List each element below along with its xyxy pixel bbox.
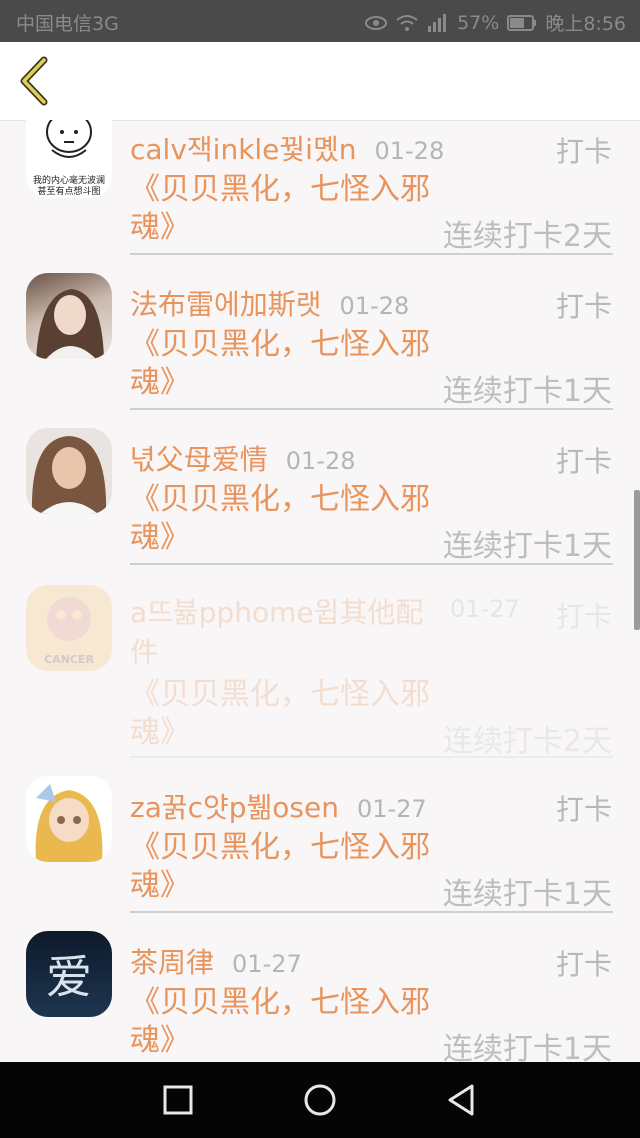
avatar-caption: 我的内心毫无波澜 甚至有点想斗图 bbox=[32, 176, 105, 197]
circle-home-icon[interactable] bbox=[300, 1080, 340, 1120]
checkin-badge: 打卡 bbox=[555, 445, 612, 478]
avatar-caption: CANCER bbox=[44, 653, 94, 666]
avatar: 爱 bbox=[26, 931, 112, 1017]
checkin-date: 01-27 bbox=[450, 595, 520, 623]
user-name: 法布雷에加斯랫 bbox=[130, 288, 322, 321]
checkin-badge: 打卡 bbox=[555, 290, 612, 323]
book-title[interactable]: 《贝贝黑化，七怪入邪魂》 bbox=[130, 481, 430, 557]
cancer-logo-icon bbox=[47, 597, 91, 641]
user-name: za꿁c얏p뷂osen bbox=[130, 791, 339, 824]
streak-label: 连续打卡1天 bbox=[442, 529, 612, 564]
checkin-badge: 打卡 bbox=[555, 793, 612, 826]
checkin-date: 01-27 bbox=[232, 950, 302, 978]
battery-icon bbox=[507, 14, 537, 31]
anime-girl-icon bbox=[35, 784, 103, 862]
triangle-back-icon[interactable] bbox=[442, 1080, 482, 1120]
carrier-label: 中国电信3G bbox=[16, 13, 119, 35]
avatar: 我的内心毫无波澜 甚至有点想斗图 bbox=[26, 120, 112, 198]
list-item[interactable]: 我的内心毫无波澜 甚至有点想斗图 calv잭inkle꿫i몠n 01-28 打卡 … bbox=[0, 120, 640, 255]
person-photo-icon bbox=[31, 436, 107, 514]
user-name-row: a뜨뷺pphome윕其他配件 bbox=[130, 593, 430, 673]
clock: 晚上8:56 bbox=[545, 13, 626, 35]
list-item[interactable]: 녃父母爱情 01-28 打卡 《贝贝黑化，七怪入邪魂》 连续打卡1天 bbox=[0, 410, 640, 565]
signal-icon bbox=[428, 13, 447, 32]
checkin-date: 01-27 bbox=[357, 795, 427, 823]
user-name: 茶周律 bbox=[130, 946, 215, 979]
checkin-badge: 打卡 bbox=[555, 135, 612, 168]
user-name: a뜨뷺pphome윕其他配件 bbox=[130, 596, 424, 669]
streak-label: 连续打卡1天 bbox=[442, 374, 612, 409]
user-name-row: calv잭inkle꿫i몠n 01-28 bbox=[130, 128, 444, 168]
checkin-badge: 打卡 bbox=[555, 600, 612, 633]
checkin-date: 01-28 bbox=[339, 292, 410, 320]
book-title[interactable]: 《贝贝黑化，七怪入邪魂》 bbox=[130, 984, 430, 1060]
square-recents-icon[interactable] bbox=[158, 1080, 198, 1120]
avatar bbox=[26, 428, 112, 514]
checkin-date: 01-28 bbox=[374, 137, 445, 165]
list-item[interactable]: 法布雷에加斯랫 01-28 打卡 《贝贝黑化，七怪入邪魂》 连续打卡1天 bbox=[0, 255, 640, 410]
book-title[interactable]: 《贝贝黑化，七怪入邪魂》 bbox=[130, 171, 430, 247]
status-bar: 中国电信3G 57% 晚上8:56 bbox=[0, 0, 640, 42]
user-name: 녃父母爱情 bbox=[130, 443, 268, 476]
checkin-badge: 打卡 bbox=[555, 948, 612, 981]
checkin-date: 01-28 bbox=[285, 447, 356, 475]
eye-icon bbox=[365, 15, 388, 30]
user-name-row: za꿁c얏p뷂osen 01-27 bbox=[130, 786, 427, 826]
system-nav-bar bbox=[0, 1062, 640, 1138]
checkin-list: 我的内心毫无波澜 甚至有点想斗图 calv잭inkle꿫i몠n 01-28 打卡 … bbox=[0, 120, 640, 1062]
list-item[interactable]: za꿁c얏p뷂osen 01-27 打卡 《贝贝黑化，七怪入邪魂》 连续打卡1天 bbox=[0, 758, 640, 913]
streak-label: 连续打卡2天 bbox=[442, 724, 612, 759]
back-button[interactable] bbox=[16, 56, 56, 106]
status-icons: 57% 晚上8:56 bbox=[365, 9, 626, 36]
book-title[interactable]: 《贝贝黑化，七怪入邪魂》 bbox=[130, 676, 430, 752]
avatar bbox=[26, 273, 112, 359]
chevron-left-icon bbox=[20, 56, 48, 106]
user-name-row: 녃父母爱情 01-28 bbox=[130, 438, 356, 478]
user-name-row: 茶周律 01-27 bbox=[130, 941, 302, 981]
streak-label: 连续打卡1天 bbox=[442, 877, 612, 912]
list-item[interactable]: CANCER a뜨뷺pphome윕其他配件 01-27 打卡 《贝贝黑化，七怪入… bbox=[0, 565, 640, 759]
avatar-caption: 爱 bbox=[46, 950, 92, 1004]
list-item[interactable]: 爱 茶周律 01-27 打卡 《贝贝黑化，七怪入邪魂》 连续打卡1天 bbox=[0, 913, 640, 1062]
battery-percent: 57% bbox=[457, 11, 500, 34]
avatar bbox=[26, 776, 112, 862]
streak-label: 连续打卡2天 bbox=[442, 219, 612, 254]
avatar: CANCER bbox=[26, 585, 112, 671]
streak-label: 连续打卡1天 bbox=[442, 1032, 612, 1062]
scrollbar[interactable] bbox=[634, 490, 640, 630]
book-title[interactable]: 《贝贝黑化，七怪入邪魂》 bbox=[130, 829, 430, 905]
app-bar bbox=[0, 42, 640, 121]
user-name-row: 法布雷에加斯랫 01-28 bbox=[130, 283, 409, 323]
user-name: calv잭inkle꿫i몠n bbox=[130, 133, 357, 166]
person-photo-icon bbox=[36, 289, 104, 359]
wifi-icon bbox=[396, 14, 418, 31]
book-title[interactable]: 《贝贝黑化，七怪入邪魂》 bbox=[130, 326, 430, 402]
